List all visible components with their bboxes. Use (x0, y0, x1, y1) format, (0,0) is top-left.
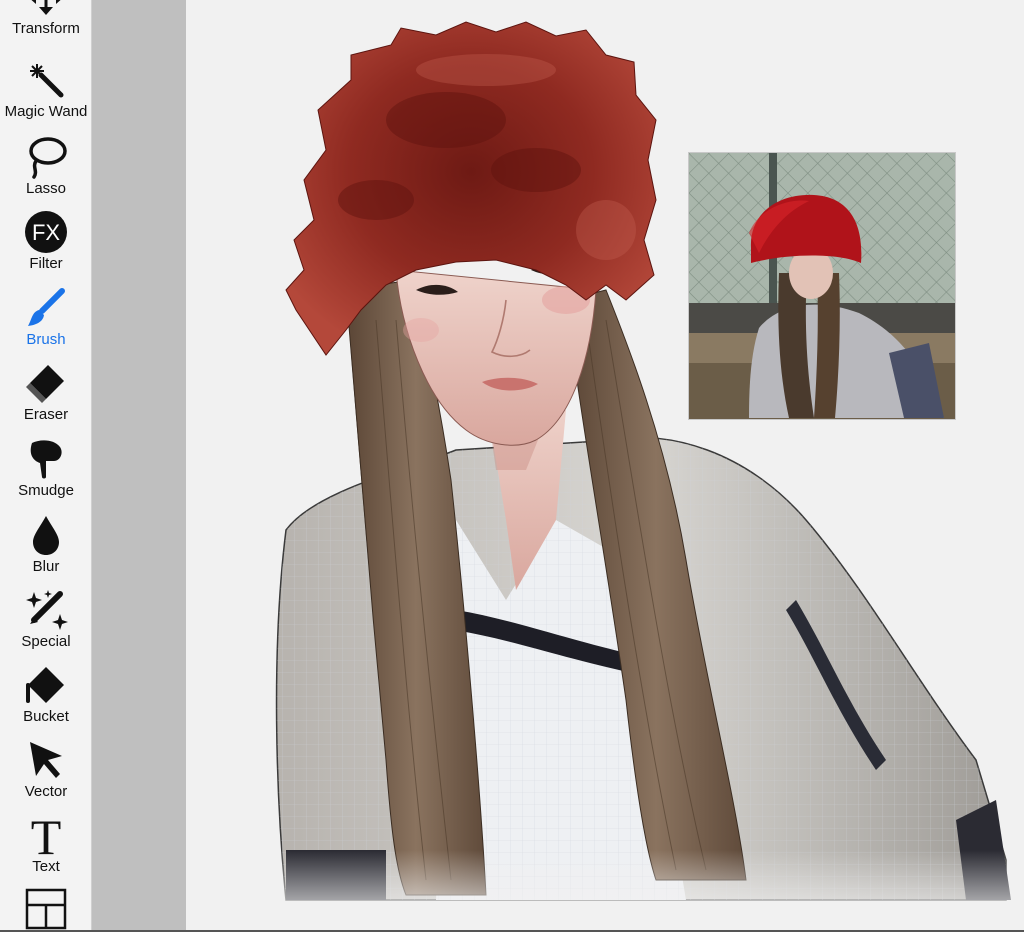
fx-icon: FX (23, 209, 69, 255)
cursor-arrow-icon (23, 737, 69, 783)
app-window: Transform Magic Wand Lasso FX Filter Bru… (0, 0, 1024, 932)
tool-blur[interactable]: Blur (0, 512, 92, 587)
artwork-painting (186, 21, 1024, 932)
tool-vector[interactable]: Vector (0, 737, 92, 812)
tool-layout[interactable] (0, 886, 92, 932)
tool-bar: Transform Magic Wand Lasso FX Filter Bru… (0, 0, 92, 932)
text-t-icon: T (23, 812, 69, 858)
tool-label: Filter (29, 255, 63, 272)
tool-label: Lasso (25, 180, 67, 197)
magic-wand-icon (23, 57, 69, 103)
tool-special[interactable]: Special (0, 587, 92, 662)
tool-label: Bucket (23, 708, 69, 725)
tool-label: Smudge (18, 482, 74, 499)
tool-brush[interactable]: Brush (0, 285, 92, 360)
tool-smudge[interactable]: Smudge (0, 436, 92, 511)
smudge-hand-icon (23, 436, 69, 482)
layout-panels-icon (23, 886, 69, 932)
svg-text:T: T (31, 812, 62, 858)
tool-label: Special (21, 633, 71, 650)
tool-label: Transform (12, 20, 80, 37)
droplet-icon (23, 512, 69, 558)
tool-label: Vector (24, 783, 68, 800)
lasso-icon (23, 134, 69, 180)
tool-eraser[interactable]: Eraser (0, 360, 92, 435)
tool-transform[interactable]: Transform (0, 0, 92, 49)
tool-label: Blur (32, 558, 60, 575)
move-arrows-icon (23, 0, 69, 20)
tool-bucket[interactable]: Bucket (0, 662, 92, 737)
eraser-icon (23, 360, 69, 406)
tool-text[interactable]: T Text (0, 812, 92, 887)
tool-label: Brush (26, 331, 66, 348)
tool-lasso[interactable]: Lasso (0, 134, 92, 209)
canvas-margin (92, 0, 186, 932)
sparkle-pen-icon (23, 587, 69, 633)
reference-photo[interactable] (688, 152, 956, 420)
svg-text:FX: FX (32, 220, 60, 245)
drawing-canvas[interactable] (186, 0, 1024, 932)
brush-icon (23, 285, 69, 331)
reference-photo-image (689, 153, 955, 419)
tool-filter[interactable]: FX Filter (0, 209, 92, 284)
tool-label: Text (32, 858, 60, 875)
tool-label: Eraser (23, 406, 69, 423)
paint-bucket-icon (23, 662, 69, 708)
tool-label: Magic Wand (4, 103, 88, 120)
tool-magic-wand[interactable]: Magic Wand (0, 57, 92, 132)
